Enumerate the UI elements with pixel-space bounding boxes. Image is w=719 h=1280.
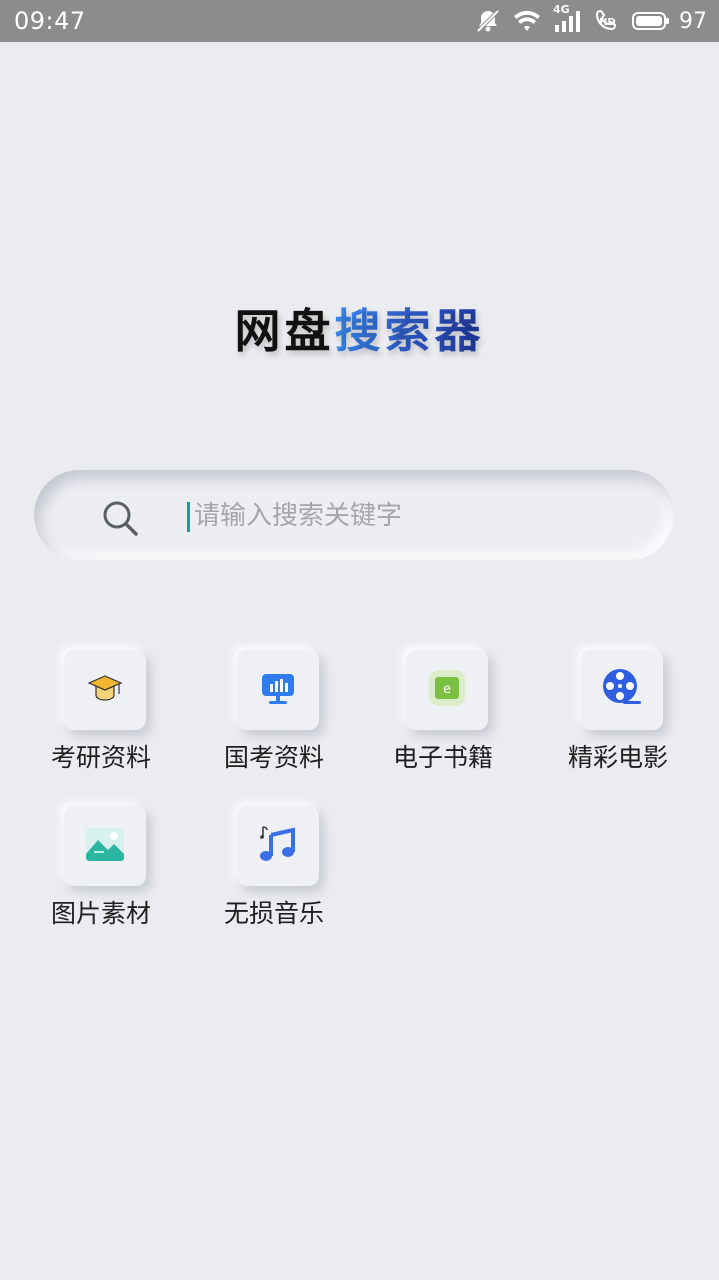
category-images[interactable]: 图片素材 (26, 806, 176, 936)
category-label: 精彩电影 (567, 743, 668, 772)
cellular-signal-icon: 4G (553, 3, 581, 33)
picture-icon (84, 824, 126, 868)
network-type-label: 4G (553, 3, 570, 16)
app-title-part1: 网盘 (234, 304, 335, 358)
mute-icon (475, 8, 501, 34)
category-label: 电子书籍 (392, 743, 493, 772)
text-cursor (187, 502, 190, 532)
film-reel-icon (601, 667, 643, 713)
category-music[interactable]: 无损音乐 (199, 806, 349, 936)
status-time: 09:47 (14, 7, 86, 35)
category-tile[interactable] (64, 806, 146, 886)
presentation-chart-icon (258, 668, 298, 712)
music-note-icon (257, 823, 299, 869)
svg-text:e: e (443, 682, 451, 697)
graduation-cap-icon (85, 668, 125, 712)
category-tile[interactable] (64, 650, 146, 730)
hd-label: HD (599, 17, 616, 28)
category-tile[interactable] (237, 806, 319, 886)
category-movies[interactable]: 精彩电影 (543, 650, 693, 780)
category-label: 国考资料 (223, 743, 324, 772)
category-guokao[interactable]: 国考资料 (199, 650, 349, 780)
hd-voice-icon: HD (593, 8, 619, 34)
search-bar[interactable] (34, 470, 674, 560)
app-title: 网盘 搜索器 (0, 296, 719, 360)
search-icon[interactable] (100, 498, 140, 542)
battery-level: 97 (679, 8, 707, 34)
category-ebooks[interactable]: e 电子书籍 (368, 650, 518, 780)
ebook-icon: e (427, 668, 467, 712)
search-input[interactable] (194, 492, 634, 540)
category-tile[interactable] (237, 650, 319, 730)
battery-icon (631, 10, 671, 32)
category-label: 图片素材 (50, 899, 151, 928)
category-tile[interactable]: e (406, 650, 488, 730)
category-label: 考研资料 (50, 743, 151, 772)
category-kaoyan[interactable]: 考研资料 (26, 650, 176, 780)
wifi-icon (513, 9, 541, 33)
status-icons: 4G HD 97 (475, 3, 707, 34)
category-tile[interactable] (581, 650, 663, 730)
status-bar: 09:47 4G HD 97 (0, 0, 719, 42)
category-label: 无损音乐 (223, 899, 324, 928)
app-title-part2: 搜索器 (335, 295, 485, 361)
